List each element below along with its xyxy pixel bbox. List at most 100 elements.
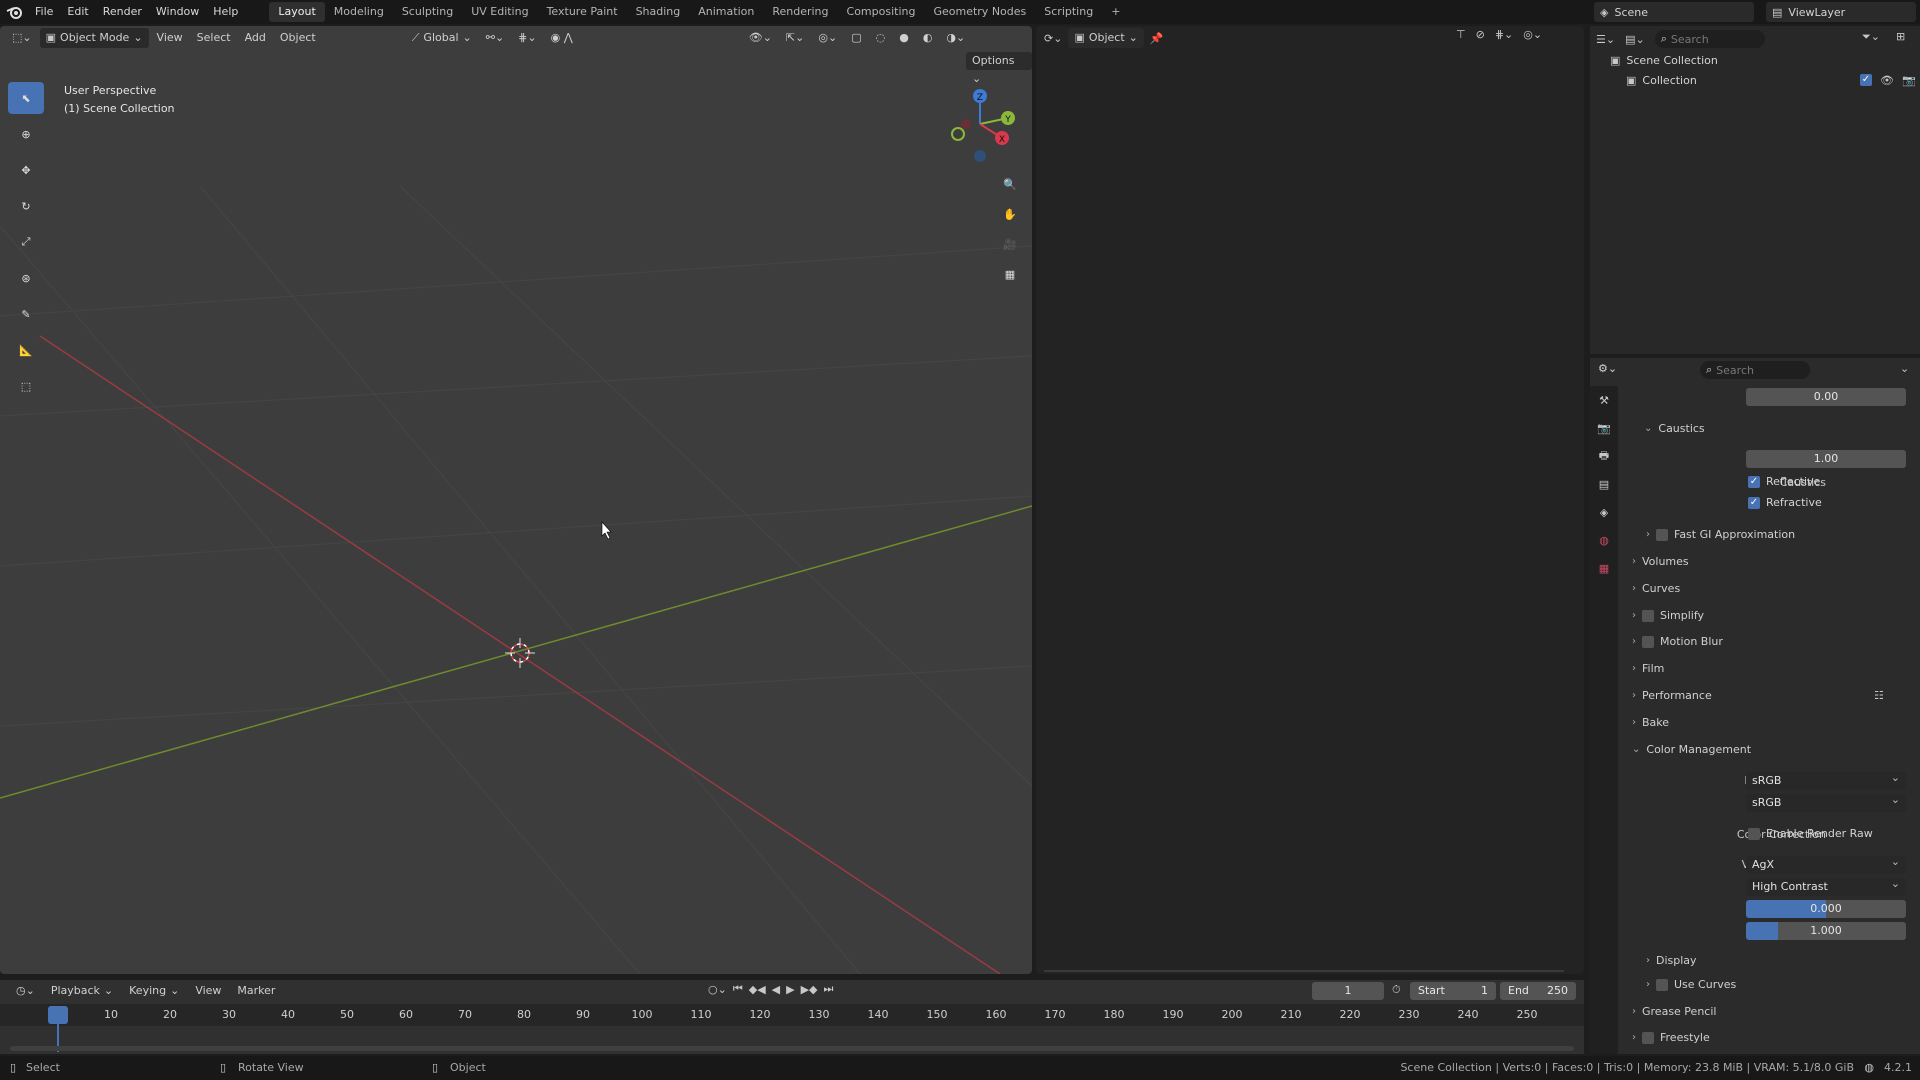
tab-uv-editing[interactable]: UV Editing (462, 2, 537, 22)
world-tab-icon[interactable]: ◍ (1590, 526, 1618, 554)
zoom-icon[interactable]: 🔍 (998, 172, 1022, 196)
outliner-root[interactable]: ▣ Scene Collection (1610, 54, 1718, 67)
tab-rendering[interactable]: Rendering (763, 2, 837, 22)
grease-pencil-section[interactable]: › Grease Pencil (1632, 1005, 1716, 1018)
gizmo-icon[interactable]: ⋕⌄ (1495, 28, 1513, 41)
proportional-edit-icon[interactable]: ◉ ⋀ (545, 28, 579, 48)
use-curves-subsection[interactable]: › Use Curves (1646, 978, 1736, 991)
playhead[interactable] (48, 1006, 68, 1024)
simplify-section[interactable]: › Simplify (1632, 609, 1704, 622)
jump-end-icon[interactable]: ⏭ (824, 982, 834, 996)
output-tab-icon[interactable]: 🖶 (1590, 442, 1618, 470)
measure-tool-icon[interactable]: 📐 (8, 334, 44, 366)
xray-icon[interactable]: ▢ (845, 28, 867, 48)
shading-material-icon[interactable]: ◐ (917, 28, 939, 48)
end-frame-field[interactable]: End 250 (1500, 982, 1576, 1000)
shading-rendered-icon[interactable]: ◑⌄ (940, 28, 971, 48)
current-frame-field[interactable]: 1 (1312, 982, 1384, 1000)
filter-glossy-field[interactable]: 1.00 (1746, 450, 1906, 468)
refractive-checkbox[interactable]: ✓ Refractive (1748, 496, 1822, 509)
clock-icon[interactable]: ⏱ (1392, 983, 1401, 997)
display-device-select[interactable]: sRGB (1746, 769, 1906, 790)
annotate-tool-icon[interactable]: ✎ (8, 298, 44, 330)
timeline-scrollbar[interactable] (10, 1046, 1574, 1051)
simplify-checkbox[interactable] (1642, 609, 1654, 622)
new-collection-icon[interactable]: ⊞ (1896, 30, 1905, 43)
scale-tool-icon[interactable]: ⤢ (8, 226, 44, 258)
visibility-icon[interactable]: 👁⌄ (743, 28, 778, 48)
list-icon[interactable]: ☷ (1874, 689, 1884, 702)
bake-section[interactable]: › Bake (1632, 716, 1669, 729)
menu-view[interactable]: View (151, 28, 189, 48)
tab-scripting[interactable]: Scripting (1035, 2, 1102, 22)
tab-animation[interactable]: Animation (689, 2, 763, 22)
use-curves-checkbox[interactable] (1656, 978, 1668, 991)
properties-search[interactable]: ⌕ Search (1700, 361, 1810, 379)
3d-viewport[interactable]: ⬚⌄ ▣ Object Mode ⌄ View Select Add Objec… (0, 26, 1032, 974)
menu-help[interactable]: Help (206, 0, 245, 24)
start-frame-field[interactable]: Start 1 (1410, 982, 1496, 1000)
add-cube-tool-icon[interactable]: ⬚ (8, 370, 44, 402)
gizmo-toggle-icon[interactable]: ⇱⌄ (780, 28, 810, 48)
menu-file[interactable]: File (28, 0, 60, 24)
outliner-editor-icon[interactable]: ☰⌄ (1596, 33, 1615, 46)
tab-geometry-nodes[interactable]: Geometry Nodes (924, 2, 1035, 22)
prev-keyframe-icon[interactable]: ◆◀ (749, 983, 766, 996)
options-button[interactable]: Options ⌄ (966, 52, 1032, 85)
exposure-slider[interactable]: 0.000 (1746, 900, 1906, 918)
texture-tab-icon[interactable]: ▦ (1590, 554, 1618, 582)
snap-icon[interactable]: ⋕⌄ (512, 28, 542, 48)
exclude-checkbox[interactable]: ✓ (1860, 74, 1872, 86)
select-box-tool-icon[interactable]: ⬉ (8, 82, 44, 114)
reflective-checkbox[interactable]: ✓ Reflective (1748, 475, 1820, 488)
tab-layout[interactable]: Layout (269, 2, 325, 22)
sequencer-select[interactable]: sRGB (1746, 791, 1906, 812)
overlay-icon[interactable]: ◎⌄ (1523, 28, 1542, 41)
outliner-search[interactable]: ⌕ Search (1654, 30, 1765, 48)
motion-blur-checkbox[interactable] (1642, 635, 1654, 648)
secondary-editor[interactable]: ⟳⌄ ▣ Object ⌄ 📌 ⊤ ⊘ ⋕⌄ ◎⌄ (1036, 26, 1584, 974)
tab-shading[interactable]: Shading (627, 2, 690, 22)
jump-start-icon[interactable]: ⏮ (733, 982, 743, 996)
color-management-section[interactable]: ⌄ Color Management (1632, 743, 1751, 756)
filter-icon[interactable]: ⏷⌄ (1862, 30, 1880, 44)
menu-select[interactable]: Select (191, 28, 237, 48)
caustics-section[interactable]: ⌄ Caustics (1644, 422, 1705, 435)
menu-view[interactable]: View (189, 981, 227, 1001)
properties-editor-icon[interactable]: ⚙⌄ (1598, 362, 1617, 375)
snap-icon[interactable]: ⊘ (1476, 28, 1485, 41)
tab-compositing[interactable]: Compositing (838, 2, 925, 22)
cursor-toggle-icon[interactable]: ⊤ (1456, 28, 1466, 41)
timeline-editor-icon[interactable]: ◷⌄ (10, 981, 41, 1001)
freestyle-section[interactable]: › Freestyle (1632, 1031, 1710, 1044)
scene-selector[interactable]: ◈ Scene (1594, 2, 1754, 22)
play-reverse-icon[interactable]: ◀ (772, 983, 780, 996)
pivot-icon[interactable]: ⚯⌄ (480, 28, 510, 48)
menu-render[interactable]: Render (96, 0, 149, 24)
outliner-item-collection[interactable]: ▣ Collection (1626, 74, 1697, 87)
fast-gi-checkbox[interactable] (1656, 528, 1668, 541)
cursor-tool-icon[interactable]: ⊕ (8, 118, 44, 150)
pin-icon[interactable]: 📌 (1150, 32, 1164, 45)
film-section[interactable]: › Film (1632, 662, 1664, 675)
horizontal-scrollbar[interactable] (1044, 970, 1564, 972)
tab-sculpting[interactable]: Sculpting (393, 2, 462, 22)
object-select[interactable]: ▣ Object ⌄ (1068, 28, 1144, 48)
menu-object[interactable]: Object (274, 28, 322, 48)
rotate-tool-icon[interactable]: ↻ (8, 190, 44, 222)
view-layer-selector[interactable]: ▤ ViewLayer (1766, 2, 1916, 22)
look-select[interactable]: High Contrast (1746, 875, 1906, 896)
perspective-toggle-icon[interactable]: ▦ (998, 262, 1022, 286)
view-layer-tab-icon[interactable]: ▤ (1590, 470, 1618, 498)
add-workspace-icon[interactable]: + (1102, 2, 1129, 22)
next-keyframe-icon[interactable]: ▶◆ (801, 983, 818, 996)
menu-marker[interactable]: Marker (231, 981, 281, 1001)
fast-gi-section[interactable]: › Fast GI Approximation (1646, 528, 1795, 541)
camera-icon[interactable]: 📷 (1902, 74, 1916, 87)
eye-icon[interactable]: 👁 (1880, 74, 1894, 87)
tab-texture-paint[interactable]: Texture Paint (538, 2, 627, 22)
play-icon[interactable]: ▶ (786, 983, 794, 996)
scene-tab-icon[interactable]: ◈ (1590, 498, 1618, 526)
menu-playback[interactable]: Playback ⌄ (45, 981, 119, 1001)
menu-edit[interactable]: Edit (60, 0, 95, 24)
